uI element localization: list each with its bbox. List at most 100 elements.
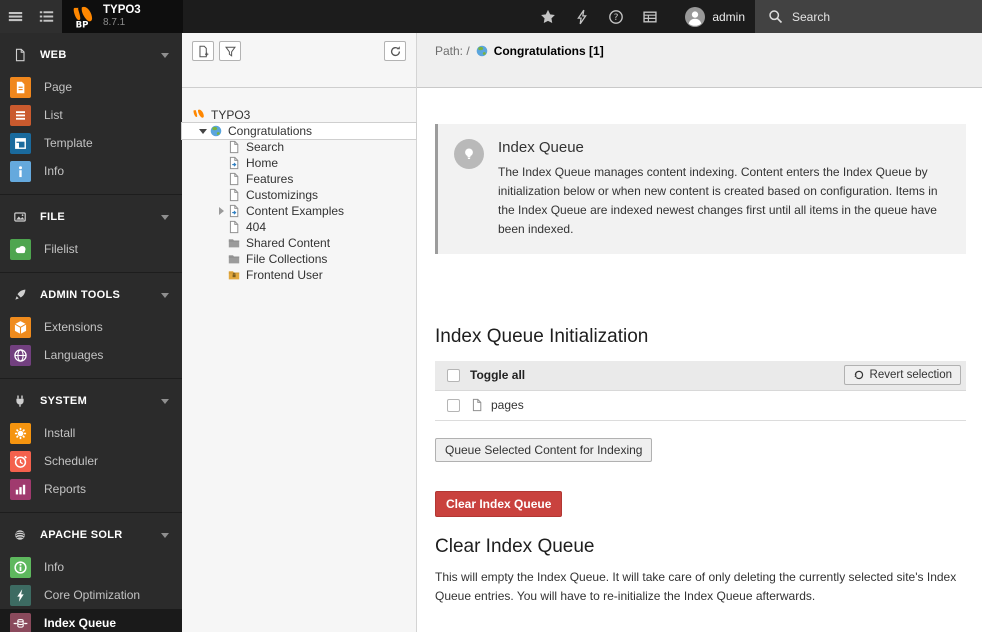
search-input[interactable] xyxy=(792,9,952,24)
module-menu-icon[interactable] xyxy=(38,8,55,25)
svg-text:?: ? xyxy=(614,13,619,23)
refresh-button[interactable] xyxy=(384,41,406,61)
chevron-down-icon[interactable] xyxy=(161,52,169,58)
help-icon[interactable]: ? xyxy=(601,0,631,33)
revert-selection-button[interactable]: Revert selection xyxy=(843,365,961,386)
rocket-icon xyxy=(13,288,27,302)
sidebar-item-list[interactable]: List xyxy=(0,101,182,129)
init-row-label: pages xyxy=(491,398,524,413)
folder-icon xyxy=(227,236,241,250)
init-heading: Index Queue Initialization xyxy=(435,325,649,347)
doc-header: Path: / Congratulations [1] xyxy=(417,33,982,88)
chevron-down-icon[interactable] xyxy=(161,292,169,298)
tree-node-shared-content[interactable]: Shared Content xyxy=(182,235,416,251)
cube-icon xyxy=(10,316,31,338)
bolt-icon[interactable] xyxy=(567,0,597,33)
init-table-rows: pages xyxy=(435,390,966,420)
chevron-down-icon[interactable] xyxy=(161,398,169,404)
star-icon[interactable] xyxy=(533,0,563,33)
topbar-search xyxy=(755,0,982,33)
sidebar-item-extensions[interactable]: Extensions xyxy=(0,313,182,341)
document-icon xyxy=(13,48,27,62)
page-tree-toolbar xyxy=(182,33,416,88)
template-icon xyxy=(10,132,31,154)
user-menu[interactable]: admin xyxy=(675,0,755,33)
sidebar-item-label: List xyxy=(44,108,63,122)
sidebar-section-header-file[interactable]: FILE xyxy=(0,199,182,235)
page-title: Congratulations [1] xyxy=(493,44,604,58)
caret-down-icon[interactable] xyxy=(197,128,209,134)
clear-index-queue-button[interactable]: Clear Index Queue xyxy=(435,490,563,517)
product-name: TYPO3 xyxy=(103,4,141,17)
caret-right-icon[interactable] xyxy=(215,207,227,215)
tree-node-label: Home xyxy=(246,156,279,170)
product-version: 8.7.1 xyxy=(103,17,126,29)
sidebar-item-reports[interactable]: Reports xyxy=(0,475,182,503)
new-page-button[interactable] xyxy=(192,41,214,61)
info-icon xyxy=(10,160,31,182)
tree-node-label: Features xyxy=(246,172,294,186)
breadcrumb: Path: / Congratulations [1] xyxy=(435,44,964,58)
filter-button[interactable] xyxy=(219,41,241,61)
sidebar-section-web: WEB Page List Template Info xyxy=(0,33,182,195)
revert-icon xyxy=(853,369,865,381)
page-shortcut-icon xyxy=(227,204,241,218)
sidebar-item-install[interactable]: Install xyxy=(0,419,182,447)
sidebar-section-label: APACHE SOLR xyxy=(40,529,123,541)
index-queue-callout: Index Queue The Index Queue manages cont… xyxy=(435,124,966,254)
toggle-all-checkbox[interactable] xyxy=(447,368,460,382)
sidebar-section-label: SYSTEM xyxy=(40,395,88,407)
chevron-down-icon[interactable] xyxy=(161,214,169,220)
sidebar-item-label: Info xyxy=(44,560,65,574)
sidebar-section-header-web[interactable]: WEB xyxy=(0,37,182,73)
sidebar-section-header-system[interactable]: SYSTEM xyxy=(0,383,182,419)
tree-node-congratulations[interactable]: Congratulations xyxy=(182,123,416,139)
page-shortcut-icon xyxy=(227,156,241,170)
sidebar-item-label: Scheduler xyxy=(44,454,99,468)
row-checkbox[interactable] xyxy=(447,398,460,412)
tree-node-features[interactable]: Features xyxy=(182,171,416,187)
sidebar-item-template[interactable]: Template xyxy=(0,129,182,157)
sidebar-item-scheduler[interactable]: Scheduler xyxy=(0,447,182,475)
tree-node-home[interactable]: Home xyxy=(182,155,416,171)
image-icon xyxy=(13,210,27,224)
tree-node-label: File Collections xyxy=(246,252,328,266)
sidebar-item-languages[interactable]: Languages xyxy=(0,341,182,369)
tree-node-search[interactable]: Search xyxy=(182,139,416,155)
sidebar-item-info[interactable]: Info xyxy=(0,157,182,185)
tree-node-label: Customizings xyxy=(246,188,319,202)
topbar: BP TYPO3 8.7.1 ? admin xyxy=(0,0,982,33)
menu-icon[interactable] xyxy=(7,8,24,25)
chevron-down-icon[interactable] xyxy=(161,532,169,538)
sidebar-item-index-queue[interactable]: Index Queue xyxy=(0,609,182,632)
sidebar-item-core-optimization[interactable]: Core Optimization xyxy=(0,581,182,609)
sidebar-item-page[interactable]: Page xyxy=(0,73,182,101)
sidebar-item-label: Template xyxy=(44,136,93,150)
tree-node-typo3[interactable]: TYPO3 xyxy=(182,107,416,123)
tree-node-customizings[interactable]: Customizings xyxy=(182,187,416,203)
modules-grid-icon[interactable] xyxy=(635,0,665,33)
tree-node-frontend-user[interactable]: Frontend User xyxy=(182,267,416,283)
sidebar-item-info[interactable]: Info xyxy=(0,553,182,581)
tree-node-content-examples[interactable]: Content Examples xyxy=(182,203,416,219)
sidebar-item-label: Reports xyxy=(44,482,87,496)
globe-page-icon xyxy=(475,44,489,58)
typo3-logo[interactable]: BP TYPO3 8.7.1 xyxy=(62,0,183,33)
sidebar-item-filelist[interactable]: Filelist xyxy=(0,235,182,263)
page-doc-icon xyxy=(470,398,484,412)
tree-node-label: Content Examples xyxy=(246,204,345,218)
tree-node-label: 404 xyxy=(246,220,267,234)
topbar-tools: ? xyxy=(183,0,675,33)
sidebar-section-header-apache-solr[interactable]: APACHE SOLR xyxy=(0,517,182,553)
callout-title: Index Queue xyxy=(498,139,584,156)
sidebar-section-header-admin-tools[interactable]: ADMIN TOOLS xyxy=(0,277,182,313)
tree-node-404[interactable]: 404 xyxy=(182,219,416,235)
queue-selected-button[interactable]: Queue Selected Content for Indexing xyxy=(435,437,653,462)
path-label: Path: / xyxy=(435,44,470,58)
list-icon xyxy=(10,104,31,126)
page-doc-icon xyxy=(227,140,241,154)
init-row-pages: pages xyxy=(435,390,966,420)
tree-node-file-collections[interactable]: File Collections xyxy=(182,251,416,267)
product-block: TYPO3 8.7.1 xyxy=(103,4,141,29)
globe-icon xyxy=(10,344,31,366)
